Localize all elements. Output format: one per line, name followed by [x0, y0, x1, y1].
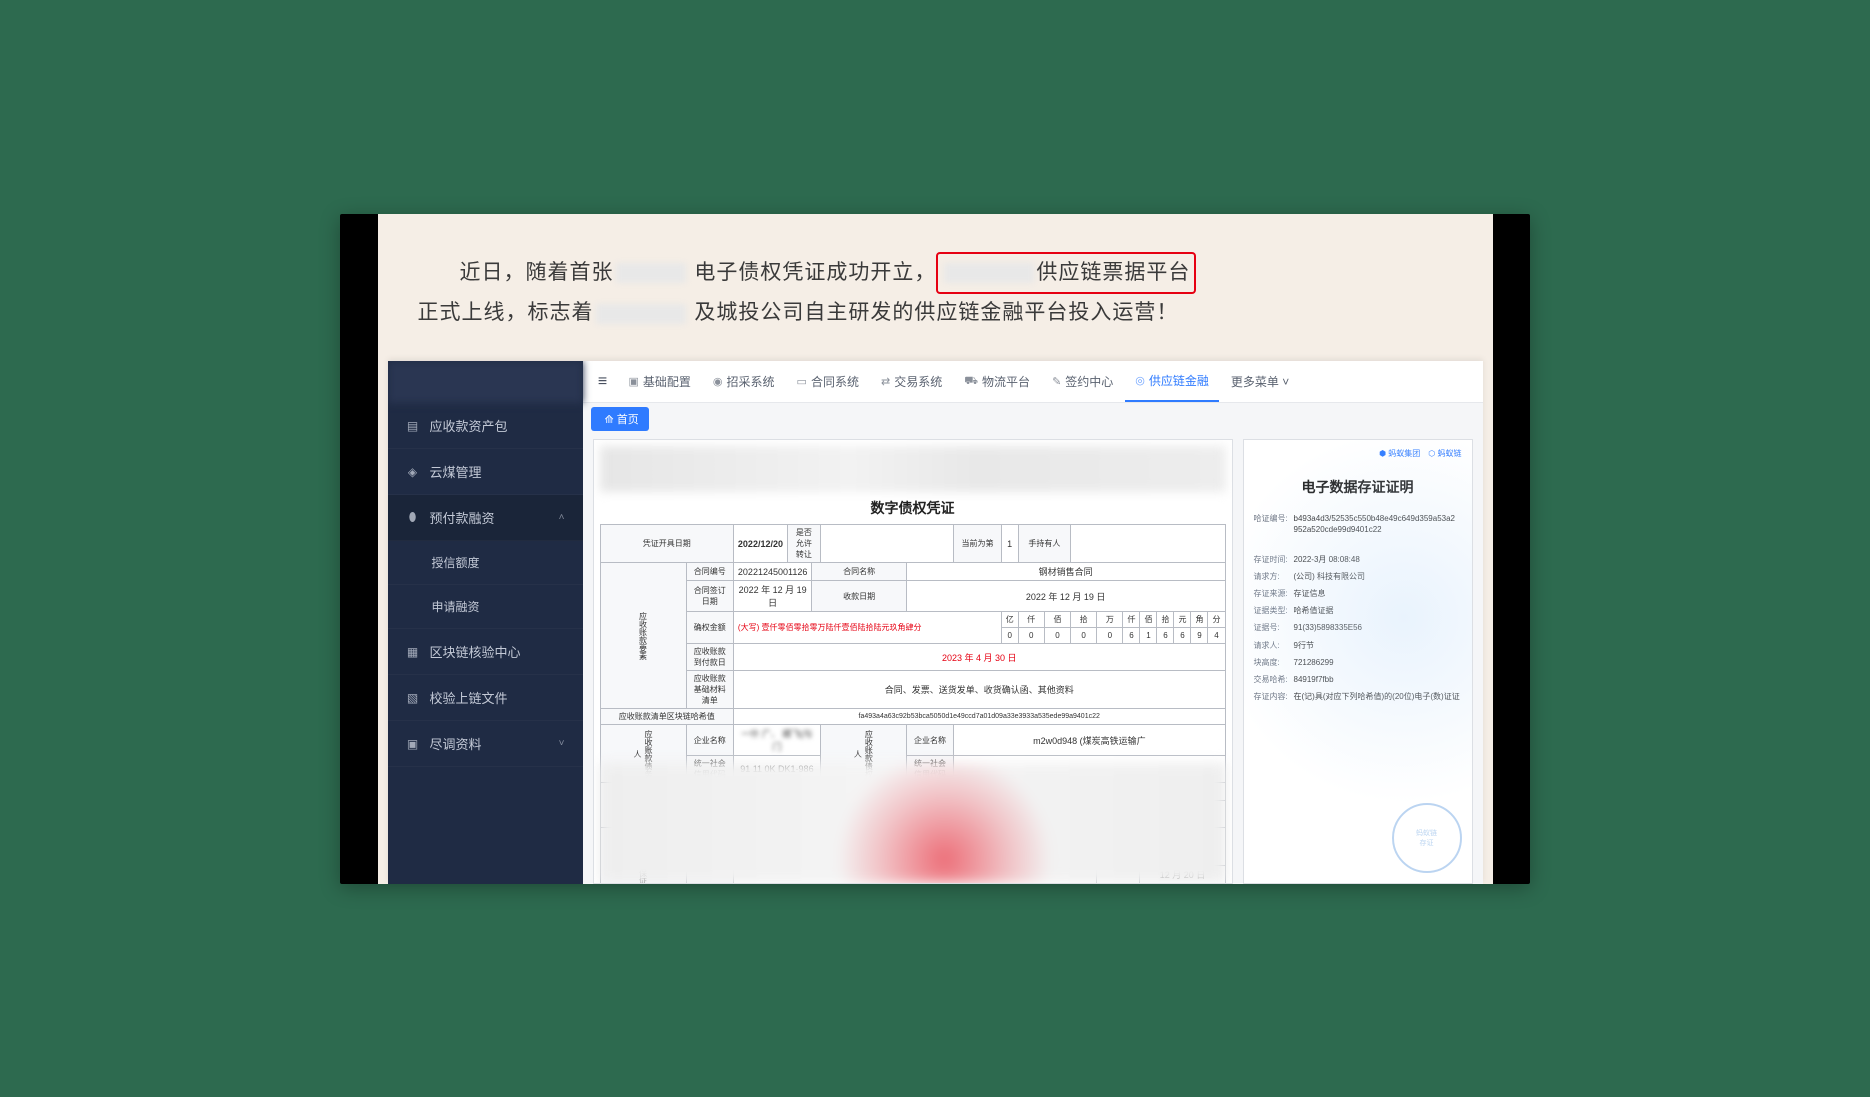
config-icon: ▣: [629, 375, 639, 388]
sidebar-item-cloud-coal[interactable]: ◈ 云煤管理: [388, 449, 583, 495]
target-icon: ◉: [713, 375, 723, 388]
finance-icon: ⬮: [406, 511, 420, 525]
hamburger-icon[interactable]: ≡: [589, 373, 617, 391]
sidebar-item-label: 云煤管理: [430, 462, 482, 481]
evidence-row: 证据号:91(33)5898335E56: [1254, 622, 1462, 633]
evidence-panel: ⬢ 蚂蚁集团 ⬡ 蚂蚁链 电子数据存证证明 哈证编号:b493a4d3/5253…: [1243, 439, 1473, 883]
certificate-title: 数字债权凭证: [600, 494, 1226, 524]
doc-icon: ▣: [406, 737, 420, 751]
sidebar-item-due-diligence[interactable]: ▣ 尽调资料 ˅: [388, 721, 583, 767]
redacted-header: [600, 446, 1226, 492]
sidebar-item-prepayment[interactable]: ⬮ 预付款融资 ˄: [388, 495, 583, 541]
main-area: ≡ ▣基础配置 ◉招采系统 ▭合同系统 ⇄交易系统 ⛟物流平台 ✎签约中心 ◎供…: [583, 361, 1483, 883]
evidence-row: 哈证编号:b493a4d3/52535c550b48e49c649d359a53…: [1254, 513, 1462, 535]
topnav-item-more[interactable]: 更多菜单 ˅: [1221, 361, 1299, 402]
file-icon: ▧: [406, 691, 420, 705]
evidence-logos: ⬢ 蚂蚁集团 ⬡ 蚂蚁链: [1254, 448, 1462, 467]
pen-icon: ✎: [1052, 375, 1061, 388]
topnav-item-contract[interactable]: ▭合同系统: [787, 361, 869, 402]
highlighted-phrase: 供应链票据平台: [936, 252, 1196, 295]
sidebar-subitem-credit-limit[interactable]: 授信额度: [388, 541, 583, 585]
evidence-row: 存证时间:2022-3月 08:08:48: [1254, 554, 1462, 565]
top-navigation: ≡ ▣基础配置 ◉招采系统 ▭合同系统 ⇄交易系统 ⛟物流平台 ✎签约中心 ◎供…: [583, 361, 1483, 403]
sidebar-logo-blurred: [388, 361, 583, 403]
redacted-text: [596, 304, 686, 324]
evidence-row: 存证来源:存证信息: [1254, 588, 1462, 599]
chain-icon: ◎: [1135, 374, 1145, 387]
topnav-item-basic-config[interactable]: ▣基础配置: [619, 361, 701, 402]
article-text: 近日，随着首张: [460, 261, 614, 284]
evidence-row: 存证内容:在(记)具(对应下列哈希值)的(20位)电子(数)证证: [1254, 691, 1462, 702]
evidence-title: 电子数据存证证明: [1254, 467, 1462, 513]
chevron-up-icon: ˄: [559, 512, 565, 523]
list-icon: ▤: [406, 419, 420, 433]
topnav-item-supply-chain-finance[interactable]: ◎供应链金融: [1125, 361, 1219, 402]
sidebar: ▤ 应收款资产包 ◈ 云煤管理 ⬮ 预付款融资 ˄ 授信额度 申请融资: [388, 361, 583, 883]
evidence-seal-icon: 蚂蚁链存证: [1392, 803, 1462, 873]
grid-icon: ▦: [406, 645, 420, 659]
article-text: 正式上线，标志着: [418, 301, 594, 324]
app-screenshot: ▤ 应收款资产包 ◈ 云煤管理 ⬮ 预付款融资 ˄ 授信额度 申请融资: [388, 361, 1483, 883]
sidebar-item-label: 尽调资料: [430, 734, 482, 753]
sidebar-item-label: 预付款融资: [430, 508, 495, 527]
chevron-down-icon: ˅: [559, 738, 565, 749]
redacted-text: [616, 263, 686, 283]
evidence-row: 证据类型:哈希值证据: [1254, 605, 1462, 616]
sidebar-item-label: 区块链核验中心: [430, 642, 521, 661]
doc-icon: ▭: [797, 375, 807, 388]
sidebar-item-label: 授信额度: [432, 554, 480, 571]
sidebar-item-label: 申请融资: [432, 598, 480, 615]
exchange-icon: ⇄: [881, 375, 890, 388]
antchain-logo: ⬡ 蚂蚁链: [1428, 448, 1461, 459]
tab-bar: ⟰ 首页: [583, 403, 1483, 435]
article-text: 及城投公司自主研发的供应链金融平台投入运营！: [694, 301, 1178, 324]
evidence-row: 块高度:721286299: [1254, 657, 1462, 668]
sidebar-item-blockchain-verify[interactable]: ▦ 区块链核验中心: [388, 629, 583, 675]
topnav-item-procurement[interactable]: ◉招采系统: [703, 361, 785, 402]
topnav-item-trading[interactable]: ⇄交易系统: [871, 361, 952, 402]
diamond-icon: ◈: [406, 465, 420, 479]
article-paragraph: 近日，随着首张 电子债权凭证成功开立，供应链票据平台 正式上线，标志着 及城投公…: [378, 214, 1493, 362]
presentation-frame: 近日，随着首张 电子债权凭证成功开立，供应链票据平台 正式上线，标志着 及城投公…: [340, 214, 1530, 884]
document-page: 近日，随着首张 电子债权凭证成功开立，供应链票据平台 正式上线，标志着 及城投公…: [378, 214, 1493, 884]
redacted-text: [944, 263, 1034, 283]
sidebar-item-verify-onchain[interactable]: ▧ 校验上链文件: [388, 675, 583, 721]
redacted-seal-area: [600, 763, 1226, 883]
antgroup-logo: ⬢ 蚂蚁集团: [1379, 448, 1420, 459]
sidebar-item-label: 校验上链文件: [430, 688, 508, 707]
topnav-item-signing[interactable]: ✎签约中心: [1042, 361, 1123, 402]
truck-icon: ⛟: [964, 375, 978, 389]
evidence-row: 交易哈希:84919f7fbb: [1254, 674, 1462, 685]
evidence-row: 请求方:(公司) 科技有限公司: [1254, 571, 1462, 582]
certificate-panel: 数字债权凭证 凭证开具日期 2022/12/20 是否允许转让 当前为第 1 手…: [593, 439, 1233, 883]
topnav-item-logistics[interactable]: ⛟物流平台: [954, 361, 1040, 402]
sidebar-item-label: 应收款资产包: [430, 416, 508, 435]
tab-home[interactable]: ⟰ 首页: [591, 407, 649, 431]
article-text: 电子债权凭证成功开立，: [694, 261, 936, 284]
sidebar-subitem-apply-financing[interactable]: 申请融资: [388, 585, 583, 629]
sidebar-item-receivables[interactable]: ▤ 应收款资产包: [388, 403, 583, 449]
content-row: 数字债权凭证 凭证开具日期 2022/12/20 是否允许转让 当前为第 1 手…: [583, 435, 1483, 883]
evidence-row: 请求人:9行节: [1254, 640, 1462, 651]
